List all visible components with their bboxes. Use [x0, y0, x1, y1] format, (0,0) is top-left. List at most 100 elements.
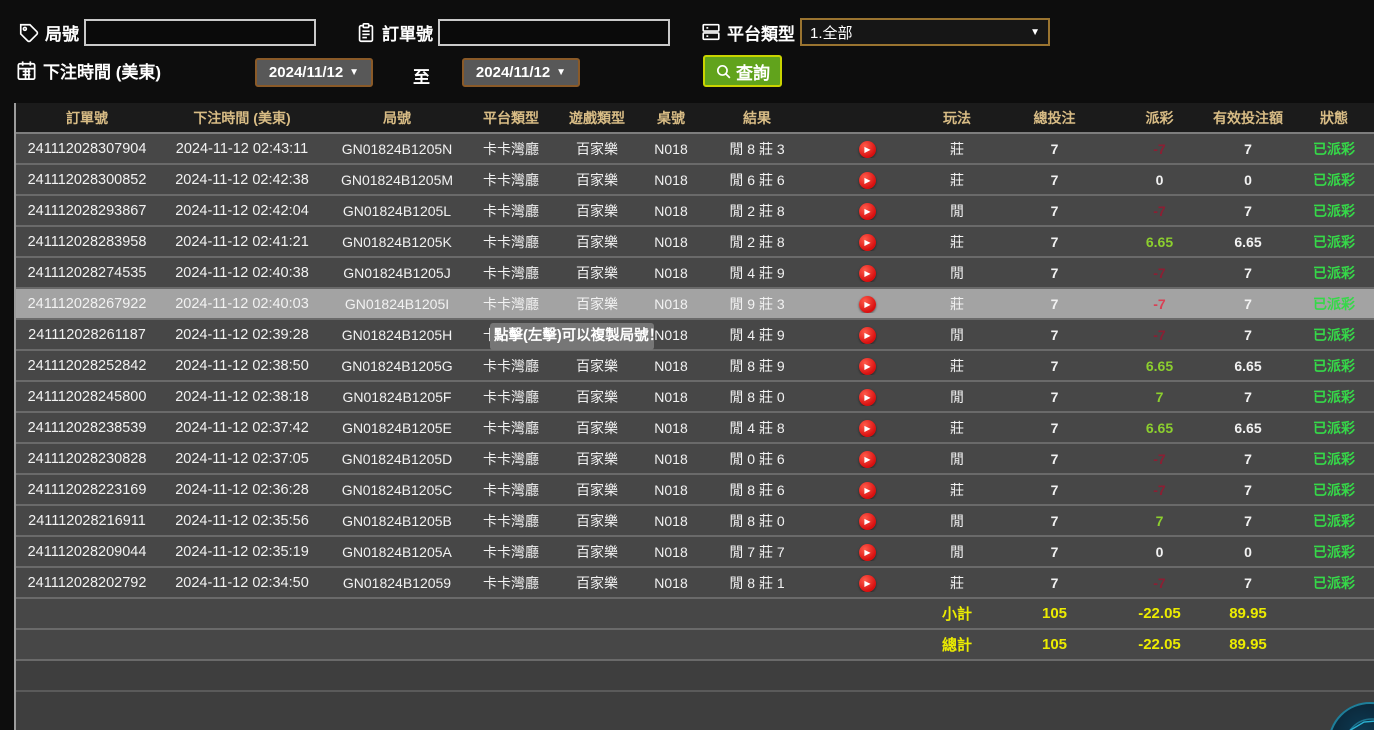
replay-play-button[interactable]: ▶: [858, 451, 876, 469]
table-row[interactable]: 241112028300852 2024-11-12 02:42:38 GN01…: [16, 165, 1374, 196]
date-to-picker[interactable]: 2024/11/12 ▼: [462, 58, 580, 87]
date-from-picker[interactable]: 2024/11/12 ▼: [255, 58, 373, 87]
table-row[interactable]: 241112028216911 2024-11-12 02:35:56 GN01…: [16, 506, 1374, 537]
replay-play-button[interactable]: ▶: [858, 358, 876, 376]
result-cell: 閒 4 莊 9: [729, 326, 785, 343]
status-badge: 已派彩: [1313, 543, 1355, 560]
valid-bet-cell: 7: [1244, 264, 1252, 281]
payout-cell: -7: [1153, 140, 1166, 157]
replay-play-button[interactable]: ▶: [858, 575, 876, 593]
replay-play-button[interactable]: ▶: [858, 420, 876, 438]
round-number-cell[interactable]: GN01824B1205C: [326, 482, 468, 498]
replay-play-button[interactable]: ▶: [858, 513, 876, 531]
valid-bet-cell: 6.65: [1234, 233, 1262, 250]
chevron-down-icon: ▼: [349, 67, 360, 78]
round-number-cell[interactable]: GN01824B1205L: [326, 203, 468, 219]
bet-time-cell: 2024-11-12 02:39:28: [175, 326, 309, 343]
round-number-cell[interactable]: GN01824B1205I: [326, 296, 468, 312]
replay-cell: ▶: [812, 139, 922, 159]
filter-bar: 局號 訂單號 平台類型 1.全部 ▼ 下注時間 (美東) 2024/11/12 …: [0, 0, 1374, 100]
table-row[interactable]: 241112028202792 2024-11-12 02:34:50 GN01…: [16, 568, 1374, 599]
result-cell: 閒 8 莊 9: [729, 357, 785, 374]
round-number-cell[interactable]: GN01824B1205B: [326, 513, 468, 529]
total-bet-cell: 7: [1050, 326, 1059, 343]
platform-select[interactable]: 1.全部 ▼: [800, 18, 1050, 46]
replay-play-button[interactable]: ▶: [858, 544, 876, 562]
order-number-cell: 241112028307904: [27, 140, 147, 157]
table-row[interactable]: 241112028223169 2024-11-12 02:36:28 GN01…: [16, 475, 1374, 506]
table-number-cell: N018: [654, 512, 688, 529]
round-number-cell[interactable]: GN01824B1205H: [326, 327, 468, 343]
replay-play-button[interactable]: ▶: [858, 234, 876, 252]
table-row[interactable]: 241112028230828 2024-11-12 02:37:05 GN01…: [16, 444, 1374, 475]
table-number-cell: N018: [654, 574, 688, 591]
table-row[interactable]: 241112028307904 2024-11-12 02:43:11 GN01…: [16, 134, 1374, 165]
table-row[interactable]: 241112028293867 2024-11-12 02:42:04 GN01…: [16, 196, 1374, 227]
replay-play-button[interactable]: ▶: [858, 482, 876, 500]
floating-assistant-widget[interactable]: [1328, 702, 1374, 730]
date-to-value: 2024/11/12: [475, 64, 551, 81]
round-number-cell[interactable]: GN01824B1205M: [326, 172, 468, 188]
total-bet-cell: 7: [1050, 295, 1059, 312]
round-number-cell[interactable]: GN01824B12059: [326, 575, 468, 591]
table-number-cell: N018: [654, 481, 688, 498]
subtotal-label: 小計: [941, 606, 972, 623]
bet-time-cell: 2024-11-12 02:41:21: [175, 233, 309, 250]
replay-play-button[interactable]: ▶: [858, 141, 876, 159]
table-row[interactable]: 241112028267922 2024-11-12 02:40:03 GN01…: [16, 289, 1374, 320]
order-number-cell: 241112028274535: [27, 264, 147, 281]
order-input[interactable]: [438, 19, 670, 46]
table-row[interactable]: 241112028252842 2024-11-12 02:38:50 GN01…: [16, 351, 1374, 382]
platform-cell: 卡卡灣廳: [483, 295, 539, 312]
search-button[interactable]: 查詢: [703, 55, 782, 87]
play-icon: ▶: [864, 237, 871, 247]
bet-side-cell: 莊: [950, 574, 964, 591]
replay-play-button[interactable]: ▶: [858, 172, 876, 190]
round-number-cell[interactable]: GN01824B1205F: [326, 389, 468, 405]
total-bet-cell: 7: [1050, 202, 1059, 219]
round-number-cell[interactable]: GN01824B1205A: [326, 544, 468, 560]
total-bet-cell: 7: [1050, 388, 1059, 405]
replay-play-button[interactable]: ▶: [858, 327, 876, 345]
play-icon: ▶: [864, 361, 871, 371]
round-number-cell[interactable]: GN01824B1205J: [326, 265, 468, 281]
column-header: 狀態: [1320, 109, 1348, 126]
table-number-cell: N018: [654, 264, 688, 281]
table-row[interactable]: 241112028283958 2024-11-12 02:41:21 GN01…: [16, 227, 1374, 258]
order-number-cell: 241112028252842: [27, 357, 147, 374]
replay-play-button[interactable]: ▶: [858, 203, 876, 221]
table-row[interactable]: 241112028274535 2024-11-12 02:40:38 GN01…: [16, 258, 1374, 289]
table-row[interactable]: 241112028261187 2024-11-12 02:39:28 GN01…: [16, 320, 1374, 351]
valid-bet-cell: 7: [1244, 140, 1252, 157]
table-row[interactable]: 241112028245800 2024-11-12 02:38:18 GN01…: [16, 382, 1374, 413]
bet-records-table: 訂單號 下注時間 (美東) 局號 平台類型 遊戲類型 桌號 結果 玩法 總投注 派彩 有效投注額 狀態…: [14, 103, 1374, 730]
table-row[interactable]: 241112028238539 2024-11-12 02:37:42 GN01…: [16, 413, 1374, 444]
table-number-cell: N018: [654, 233, 688, 250]
table-number-cell: N018: [654, 171, 688, 188]
round-input[interactable]: [84, 19, 316, 46]
table-row[interactable]: 241112028209044 2024-11-12 02:35:19 GN01…: [16, 537, 1374, 568]
status-badge: 已派彩: [1313, 140, 1355, 157]
bet-time-cell: 2024-11-12 02:35:19: [175, 543, 309, 560]
subtotal-valid: 89.95: [1229, 605, 1267, 622]
replay-play-button[interactable]: ▶: [858, 389, 876, 407]
payout-cell: -7: [1153, 264, 1166, 281]
round-number-cell[interactable]: GN01824B1205D: [326, 451, 468, 467]
round-number-cell[interactable]: GN01824B1205E: [326, 420, 468, 436]
result-cell: 閒 4 莊 8: [729, 419, 785, 436]
replay-cell: ▶: [812, 542, 922, 562]
round-number-cell[interactable]: GN01824B1205N: [326, 141, 468, 157]
round-number-cell[interactable]: GN01824B1205G: [326, 358, 468, 374]
valid-bet-cell: 6.65: [1234, 419, 1262, 436]
replay-cell: ▶: [812, 232, 922, 252]
replay-play-button[interactable]: ▶: [858, 296, 876, 314]
total-bet-cell: 7: [1050, 233, 1059, 250]
bet-time-cell: 2024-11-12 02:40:38: [175, 264, 309, 281]
game-type-cell: 百家樂: [576, 233, 618, 250]
bet-time-cell: 2024-11-12 02:36:28: [175, 481, 309, 498]
replay-play-button[interactable]: ▶: [858, 265, 876, 283]
date-range-to-label: 至: [413, 68, 430, 87]
round-number-cell[interactable]: GN01824B1205K: [326, 234, 468, 250]
platform-label: 平台類型: [727, 24, 795, 44]
valid-bet-cell: 7: [1244, 202, 1252, 219]
